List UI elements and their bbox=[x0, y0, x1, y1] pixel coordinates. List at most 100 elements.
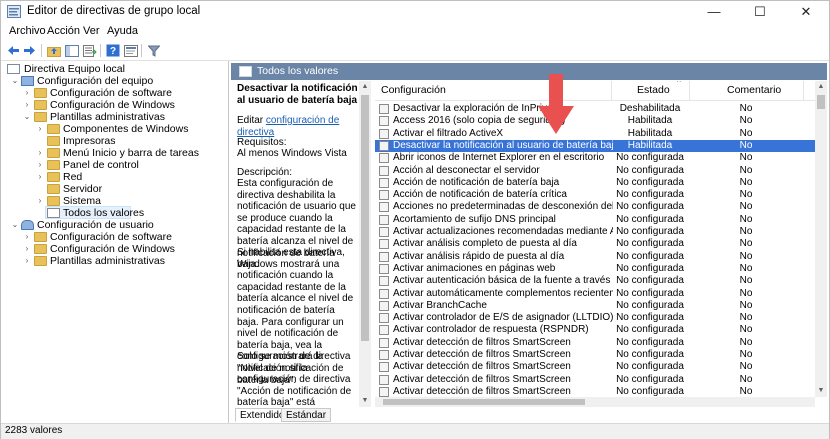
expand-icon[interactable]: › bbox=[35, 159, 45, 171]
tree-item-panel-control[interactable]: › Panel de control bbox=[7, 159, 227, 171]
setting-state: No configurada bbox=[616, 312, 684, 324]
tree-item-windows[interactable]: › Configuración de Windows bbox=[7, 99, 227, 111]
tree-item-usuario-windows[interactable]: › Configuración de Windows bbox=[7, 243, 227, 255]
column-divider[interactable] bbox=[689, 81, 690, 101]
table-row[interactable]: Acortamiento de sufijo DNS principal No c… bbox=[375, 214, 815, 226]
table-row[interactable]: Activar detección de filtros SmartScreen… bbox=[375, 349, 815, 361]
table-row[interactable]: Activar controlador de respuesta (RSPNDR… bbox=[375, 324, 815, 336]
policy-icon bbox=[7, 64, 20, 74]
tree-item-componentes[interactable]: › Componentes de Windows bbox=[7, 123, 227, 135]
minimize-button[interactable]: — bbox=[691, 1, 737, 23]
scroll-up-icon[interactable]: ▲ bbox=[815, 81, 827, 93]
table-row[interactable]: Activar autenticación básica de la fuent… bbox=[375, 275, 815, 287]
tab-estandar[interactable]: Estándar bbox=[281, 408, 332, 422]
expand-icon[interactable]: › bbox=[35, 195, 45, 207]
scrollbar-thumb[interactable] bbox=[361, 95, 369, 341]
folder-icon bbox=[47, 184, 60, 194]
sort-indicator-icon: ^ bbox=[677, 81, 681, 87]
list-scrollbar[interactable]: ▲ ▼ bbox=[815, 81, 827, 397]
tree-item-software[interactable]: › Configuración de software bbox=[7, 87, 227, 99]
table-row[interactable]: Activar detección de filtros SmartScreen… bbox=[375, 337, 815, 349]
expand-icon[interactable]: › bbox=[22, 87, 32, 99]
table-row[interactable]: Desactivar la exploración de InPrivate De… bbox=[375, 103, 815, 115]
scroll-down-icon[interactable]: ▼ bbox=[359, 395, 371, 407]
tree-item-servidor[interactable]: Servidor bbox=[7, 183, 227, 195]
column-comentario[interactable]: Comentario bbox=[727, 84, 781, 96]
menu-ayuda[interactable]: Ayuda bbox=[107, 25, 138, 37]
tree-item-red[interactable]: › Red bbox=[7, 171, 227, 183]
column-divider[interactable] bbox=[803, 81, 804, 101]
table-row[interactable]: Activar detección de filtros SmartScreen… bbox=[375, 361, 815, 373]
tree-item-usuario-plantillas[interactable]: › Plantillas administrativas bbox=[7, 255, 227, 267]
table-row[interactable]: Activar detección de filtros SmartScreen… bbox=[375, 374, 815, 386]
menu-archivo[interactable]: Archivo bbox=[9, 25, 46, 37]
setting-name: Activar detección de filtros SmartScreen bbox=[393, 336, 571, 348]
description-label: Descripción: bbox=[237, 167, 293, 178]
menu-accion[interactable]: Acción bbox=[47, 25, 80, 37]
expand-icon[interactable]: › bbox=[22, 243, 32, 255]
policy-setting-icon bbox=[379, 140, 389, 151]
tree-item-plantillas[interactable]: ⌄ Plantillas administrativas bbox=[7, 111, 227, 123]
scrollbar-thumb[interactable] bbox=[383, 399, 585, 405]
table-row[interactable]: Activar BranchCache No configurada No bbox=[375, 300, 815, 312]
folder-icon bbox=[34, 232, 47, 242]
scroll-up-icon[interactable]: ▲ bbox=[359, 81, 371, 93]
show-hide-tree-icon[interactable] bbox=[63, 42, 80, 59]
list-horizontal-scrollbar[interactable] bbox=[375, 397, 815, 407]
menu-ver[interactable]: Ver bbox=[83, 25, 100, 37]
table-row[interactable]: Activar controlador de E/S de asignador … bbox=[375, 312, 815, 324]
export-list-icon[interactable] bbox=[81, 42, 98, 59]
table-row-selected[interactable]: Desactivar la notificación al usuario de… bbox=[375, 139, 815, 152]
expand-icon[interactable]: › bbox=[35, 147, 45, 159]
toolbar: ? bbox=[1, 41, 829, 61]
table-row[interactable]: Activar el filtrado ActiveX Habilitada No bbox=[375, 128, 815, 140]
setting-comment: No bbox=[739, 115, 753, 127]
expand-icon[interactable]: › bbox=[22, 255, 32, 267]
help-icon[interactable]: ? bbox=[104, 42, 121, 59]
tree-root[interactable]: Directiva Equipo local bbox=[7, 63, 207, 75]
view-tabs: Extendido Estándar bbox=[231, 407, 827, 423]
table-row[interactable]: Activar análisis completo de puesta al d… bbox=[375, 238, 815, 250]
policy-setting-icon bbox=[379, 263, 389, 274]
table-row[interactable]: Activar actualizaciones recomendadas med… bbox=[375, 226, 815, 238]
tree-item-usuario-software[interactable]: › Configuración de software bbox=[7, 231, 227, 243]
expand-icon[interactable]: ⌄ bbox=[10, 75, 20, 87]
close-button[interactable]: ✕ bbox=[783, 1, 829, 23]
scrollbar-thumb[interactable] bbox=[817, 95, 825, 109]
table-row[interactable]: Acción de notificación de batería baja No… bbox=[375, 177, 815, 189]
expand-icon[interactable]: › bbox=[22, 99, 32, 111]
column-estado[interactable]: Estado bbox=[637, 84, 670, 96]
table-row[interactable]: Access 2016 (solo copia de seguridad) Hab… bbox=[375, 115, 815, 127]
policy-setting-icon bbox=[379, 165, 389, 176]
expand-icon[interactable]: › bbox=[35, 171, 45, 183]
setting-state: No configurada bbox=[616, 275, 684, 287]
table-row[interactable]: Acciones no predeterminadas de desconexi… bbox=[375, 201, 815, 213]
tree-item-configuracion-usuario[interactable]: ⌄ Configuración de usuario bbox=[7, 219, 227, 231]
table-row[interactable]: Abrir iconos de Internet Explorer en el … bbox=[375, 152, 815, 164]
table-row[interactable]: Activar análisis rápido de puesta al día… bbox=[375, 251, 815, 263]
folder-up-icon[interactable] bbox=[45, 42, 62, 59]
scroll-down-icon[interactable]: ▼ bbox=[815, 385, 827, 397]
table-row[interactable]: Acción de notificación de batería crític… bbox=[375, 189, 815, 201]
expand-icon[interactable]: › bbox=[35, 123, 45, 135]
description-scrollbar[interactable]: ▲ ▼ bbox=[359, 81, 371, 407]
maximize-button[interactable]: ☐ bbox=[737, 1, 783, 23]
column-divider[interactable] bbox=[611, 81, 612, 101]
expand-icon[interactable]: ⌄ bbox=[10, 219, 20, 231]
policy-setting-icon bbox=[379, 116, 389, 127]
setting-name: Abrir iconos de Internet Explorer en el … bbox=[393, 152, 605, 164]
expand-icon[interactable]: ⌄ bbox=[22, 111, 32, 123]
properties-icon[interactable] bbox=[122, 42, 139, 59]
forward-icon[interactable] bbox=[21, 42, 38, 59]
table-row[interactable]: Activar automáticamente complementos rec… bbox=[375, 288, 815, 300]
filter-icon[interactable] bbox=[145, 42, 162, 59]
tree-item-todos-los-valores[interactable]: Todos los valores bbox=[7, 206, 227, 219]
tree-item-impresoras[interactable]: Impresoras bbox=[7, 135, 227, 147]
table-row[interactable]: Acción al desconectar el servidor No conf… bbox=[375, 165, 815, 177]
expand-icon[interactable]: › bbox=[22, 231, 32, 243]
table-row[interactable]: Activar animaciones en páginas web No con… bbox=[375, 263, 815, 275]
tree-item-configuracion-equipo[interactable]: ⌄ Configuración del equipo bbox=[7, 75, 227, 87]
back-icon[interactable] bbox=[5, 42, 22, 59]
column-configuracion[interactable]: Configuración bbox=[381, 84, 446, 96]
tree-item-menu-inicio[interactable]: › Menú Inicio y barra de tareas bbox=[7, 147, 227, 159]
